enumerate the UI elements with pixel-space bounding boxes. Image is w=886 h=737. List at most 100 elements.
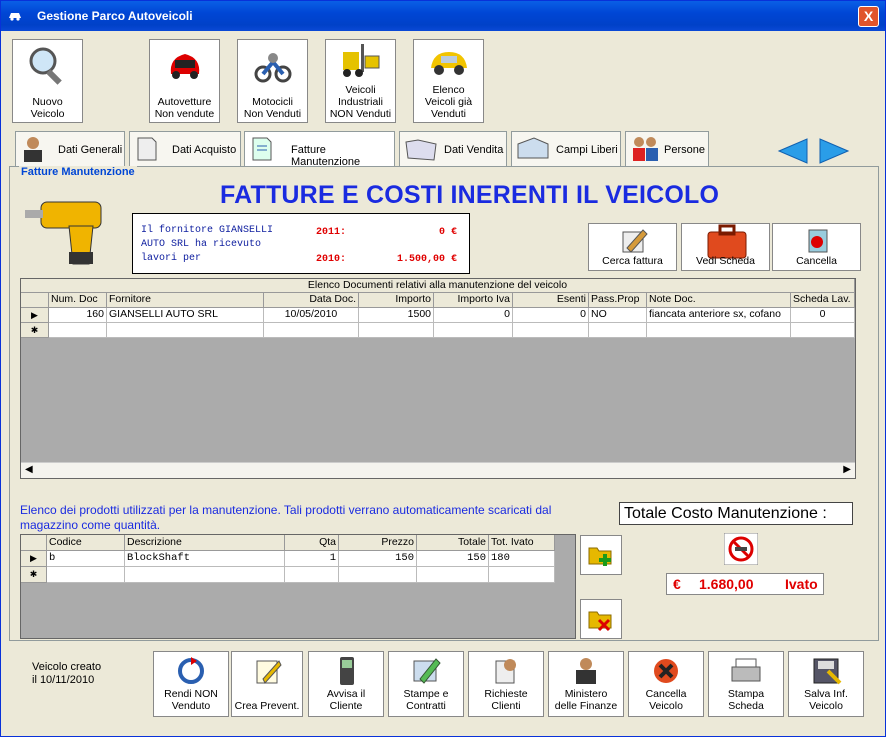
- column-header[interactable]: Totale: [417, 535, 489, 551]
- table-cell[interactable]: [107, 323, 264, 338]
- table-cell[interactable]: [589, 323, 647, 338]
- grid-caption: Elenco Documenti relativi alla manutenzi…: [21, 279, 855, 293]
- tab-label: Persone: [664, 144, 705, 156]
- ministero-finanze-button[interactable]: Ministero delle Finanze: [548, 651, 624, 717]
- table-cell[interactable]: b: [47, 551, 125, 567]
- column-header[interactable]: Prezzo: [339, 535, 417, 551]
- cerca-fattura-button[interactable]: Cerca fattura: [588, 223, 677, 271]
- table-cell[interactable]: BlockShaft: [125, 551, 285, 567]
- crea-preventivo-button[interactable]: Crea Prevent.: [231, 651, 303, 717]
- person-icon: [24, 137, 42, 162]
- table-cell[interactable]: [791, 323, 855, 338]
- footer-button-label: Avvisa il Cliente: [326, 688, 366, 712]
- column-header[interactable]: Importo Iva: [434, 293, 513, 308]
- rendi-non-venduto-button[interactable]: Rendi NON Venduto: [153, 651, 229, 717]
- elenco-venduti-button[interactable]: Elenco Veicoli già Venduti: [413, 39, 484, 123]
- table-cell[interactable]: [47, 567, 125, 583]
- refresh-icon: [178, 657, 204, 684]
- table-cell[interactable]: 0: [791, 308, 855, 323]
- tab-campi-liberi[interactable]: Campi Liberi: [511, 131, 621, 166]
- tab-fatture-manutenzione[interactable]: Fatture Manutenzione: [244, 131, 395, 168]
- horizontal-scrollbar[interactable]: ◀ ▶: [21, 462, 855, 478]
- tab-label: Campi Liberi: [556, 144, 618, 156]
- close-button[interactable]: X: [858, 6, 879, 27]
- tab-dati-acquisto[interactable]: Dati Acquisto: [129, 131, 241, 166]
- column-header[interactable]: Scheda Lav.: [791, 293, 855, 308]
- mobile-phone-icon: [340, 657, 354, 685]
- motocicli-button[interactable]: Motocicli Non Venduti: [237, 39, 308, 123]
- cancella-veicolo-button[interactable]: Cancella Veicolo: [628, 651, 704, 717]
- column-header[interactable]: Fornitore: [107, 293, 264, 308]
- cancella-button[interactable]: Cancella: [772, 223, 861, 271]
- table-cell[interactable]: [49, 323, 107, 338]
- nuovo-veicolo-button[interactable]: Nuovo Veicolo: [12, 39, 83, 123]
- column-header[interactable]: Note Doc.: [647, 293, 791, 308]
- avvisa-cliente-button[interactable]: Avvisa il Cliente: [308, 651, 384, 717]
- yellow-car-icon: [430, 52, 467, 75]
- title-bar[interactable]: Gestione Parco Autoveicoli X: [1, 1, 885, 31]
- table-cell[interactable]: NO: [589, 308, 647, 323]
- scroll-left-icon[interactable]: ◀: [25, 464, 33, 475]
- documents-grid[interactable]: Elenco Documenti relativi alla manutenzi…: [20, 278, 856, 479]
- table-cell[interactable]: [417, 567, 489, 583]
- footer-button-label: Crea Prevent.: [234, 700, 300, 712]
- industriali-button[interactable]: Veicoli Industriali NON Venduti: [325, 39, 396, 123]
- autovetture-button[interactable]: Autovetture Non vendute: [149, 39, 220, 123]
- table-cell[interactable]: [647, 323, 791, 338]
- table-cell[interactable]: [125, 567, 285, 583]
- table-cell[interactable]: [339, 567, 417, 583]
- page-title: FATTURE E COSTI INERENTI IL VEICOLO: [220, 181, 720, 209]
- table-cell[interactable]: 180: [489, 551, 555, 567]
- table-cell[interactable]: [513, 323, 589, 338]
- table-cell[interactable]: [434, 323, 513, 338]
- footer-button-label: Stampa Scheda: [727, 688, 765, 712]
- arrow-right-icon[interactable]: [818, 137, 850, 165]
- table-cell[interactable]: 10/05/2010: [264, 308, 359, 323]
- table-cell[interactable]: 1: [285, 551, 339, 567]
- new-row-selector[interactable]: ✱: [21, 567, 47, 583]
- stampe-contratti-button[interactable]: Stampe e Contratti: [388, 651, 464, 717]
- year-2010-label: 2010:: [316, 254, 347, 265]
- table-cell[interactable]: [489, 567, 555, 583]
- row-selector[interactable]: ▶: [21, 551, 47, 567]
- salva-veicolo-button[interactable]: Salva Inf. Veicolo: [788, 651, 864, 717]
- table-cell[interactable]: GIANSELLI AUTO SRL: [107, 308, 264, 323]
- totale-box: € 1.680,00 Ivato: [666, 573, 824, 595]
- table-cell[interactable]: 160: [49, 308, 107, 323]
- scroll-right-icon[interactable]: ▶: [843, 464, 851, 475]
- stampa-scheda-button[interactable]: Stampa Scheda: [708, 651, 784, 717]
- products-grid[interactable]: Codice Descrizione Qta Prezzo Totale Tot. Iva…: [20, 534, 576, 639]
- table-cell[interactable]: 150: [417, 551, 489, 567]
- table-cell[interactable]: 150: [339, 551, 417, 567]
- column-header[interactable]: Codice: [47, 535, 125, 551]
- richieste-clienti-button[interactable]: Richieste Clienti: [468, 651, 544, 717]
- table-cell[interactable]: [359, 323, 434, 338]
- tab-label: Dati Vendita: [444, 144, 504, 156]
- tab-dati-vendita[interactable]: Dati Vendita: [399, 131, 507, 166]
- new-row-selector[interactable]: ✱: [21, 323, 49, 338]
- table-cell[interactable]: 0: [513, 308, 589, 323]
- people-icon: [633, 137, 658, 161]
- table-cell[interactable]: 0: [434, 308, 513, 323]
- table-cell[interactable]: 1500: [359, 308, 434, 323]
- table-cell[interactable]: [264, 323, 359, 338]
- column-header[interactable]: Esenti: [513, 293, 589, 308]
- column-header[interactable]: Importo: [359, 293, 434, 308]
- column-header[interactable]: Num. Doc: [49, 293, 107, 308]
- tab-dati-generali[interactable]: Dati Generali: [15, 131, 125, 166]
- remove-product-button[interactable]: [580, 599, 622, 639]
- document-icon: [137, 137, 157, 161]
- arrow-left-icon[interactable]: [777, 137, 809, 165]
- vedi-scheda-button[interactable]: Vedi Scheda: [681, 223, 770, 271]
- row-selector[interactable]: ▶: [21, 308, 49, 323]
- column-header[interactable]: Descrizione: [125, 535, 285, 551]
- table-cell[interactable]: fiancata anteriore sx, cofano: [647, 308, 791, 323]
- add-product-button[interactable]: [580, 535, 622, 575]
- tab-label: Fatture Manutenzione: [291, 144, 361, 168]
- table-cell[interactable]: [285, 567, 339, 583]
- tab-persone[interactable]: Persone: [625, 131, 709, 166]
- column-header[interactable]: Tot. Ivato: [489, 535, 555, 551]
- column-header[interactable]: Data Doc.: [264, 293, 359, 308]
- column-header[interactable]: Pass.Prop: [589, 293, 647, 308]
- column-header[interactable]: Qta: [285, 535, 339, 551]
